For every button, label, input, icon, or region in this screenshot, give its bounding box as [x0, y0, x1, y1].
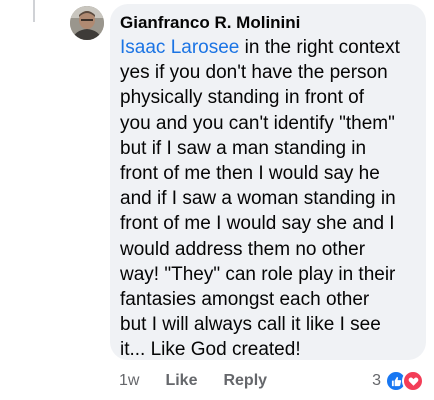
reactions-summary[interactable]: 3 [372, 370, 424, 392]
comment-line: in the right context [239, 37, 400, 58]
comment-actions: 1w Like Reply [119, 372, 267, 390]
comment-timestamp[interactable]: 1w [119, 372, 139, 390]
comment-thread: Gianfranco R. Molinini Isaac Larosee in … [0, 0, 434, 400]
comment-line: you and you can't identify "them" [120, 112, 395, 134]
comment-line: would address them no other [120, 238, 366, 260]
comment-line: yes if you don't have the person [120, 62, 388, 84]
comment-line: but I will always call it like I see [120, 314, 381, 336]
thread-connector-line [33, 0, 35, 22]
like-button[interactable]: Like [165, 372, 197, 390]
comment-author-name[interactable]: Gianfranco R. Molinini [120, 12, 416, 34]
avatar-photo-icon [70, 6, 104, 40]
comment-line: it... Like God created! [120, 339, 301, 361]
comment-line: way! "They" can role play in their [120, 263, 396, 285]
comment-line: but if I saw a man standing in [120, 137, 367, 159]
comment-text: Isaac Larosee in the right context yes if… [120, 35, 416, 363]
love-icon [402, 370, 424, 392]
comment-line: front of me I would say she and I [120, 213, 395, 235]
comment-line: front of me then I would say he [120, 163, 380, 185]
reaction-count: 3 [372, 372, 381, 389]
mentioned-user-link[interactable]: Isaac Larosee [120, 37, 239, 58]
comment-line: fantasies amongst each other [120, 289, 370, 311]
comment-line: physically standing in front of [120, 87, 364, 109]
comment-bubble: Gianfranco R. Molinini Isaac Larosee in … [110, 4, 426, 360]
avatar[interactable] [70, 6, 104, 40]
reply-button[interactable]: Reply [223, 372, 267, 390]
comment-line: and if I saw a woman standing in [120, 188, 396, 210]
